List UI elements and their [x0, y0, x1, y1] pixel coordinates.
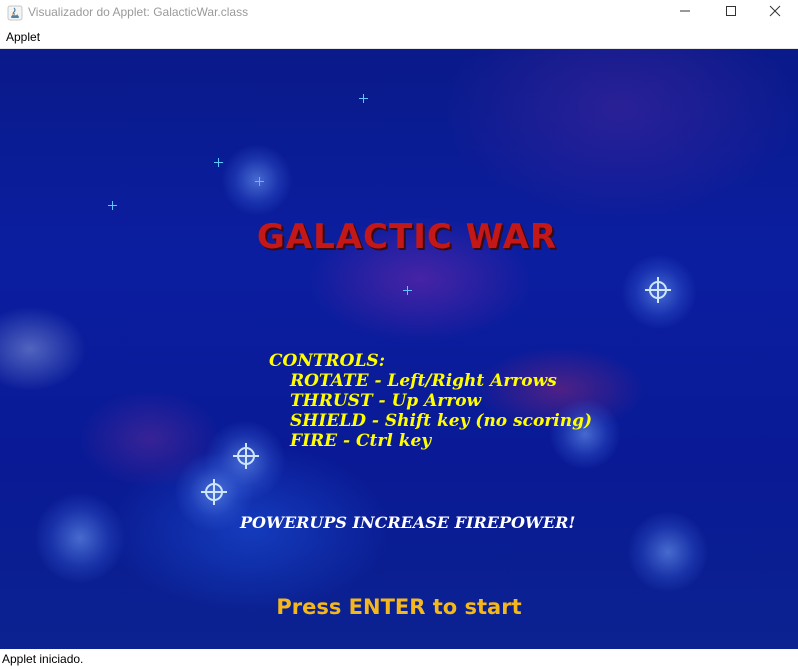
star-icon — [214, 158, 223, 167]
crosshair-icon — [643, 275, 673, 305]
crosshair-icon — [199, 477, 229, 507]
minimize-button[interactable] — [662, 0, 708, 26]
window-title: Visualizador do Applet: GalacticWar.clas… — [28, 5, 249, 19]
status-text: Applet iniciado. — [2, 652, 84, 666]
nebula-glow — [35, 493, 125, 583]
star-icon — [108, 201, 117, 210]
menu-applet[interactable]: Applet — [6, 30, 40, 44]
control-thrust: THRUST - Up Arrow — [290, 391, 482, 411]
star-icon — [359, 94, 368, 103]
nebula-glow — [222, 145, 292, 215]
control-shield: SHIELD - Shift key (no scoring) — [290, 411, 593, 431]
start-prompt: Press ENTER to start — [276, 595, 522, 619]
minimize-icon — [679, 5, 691, 21]
control-rotate: ROTATE - Left/Right Arrows — [290, 371, 557, 391]
control-fire: FIRE - Ctrl key — [290, 431, 432, 451]
crosshair-icon — [231, 441, 261, 471]
nebula-glow — [628, 512, 708, 592]
menu-bar: Applet — [0, 26, 798, 49]
star-icon — [403, 286, 412, 295]
close-button[interactable] — [752, 0, 798, 26]
status-bar: Applet iniciado. — [0, 649, 798, 669]
maximize-button[interactable] — [708, 0, 754, 26]
controls-panel: CONTROLS: ROTATE - Left/Right Arrows THR… — [269, 351, 592, 451]
window-title-bar[interactable]: Visualizador do Applet: GalacticWar.clas… — [0, 0, 798, 26]
close-icon — [769, 5, 781, 21]
java-icon — [7, 5, 23, 21]
game-canvas[interactable]: GALACTIC WAR CONTROLS: ROTATE - Left/Rig… — [0, 49, 798, 649]
powerups-message: POWERUPS INCREASE FIREPOWER! — [240, 513, 576, 532]
controls-header: CONTROLS: — [269, 351, 385, 371]
maximize-icon — [725, 5, 737, 21]
game-title: GALACTIC WAR — [256, 217, 558, 257]
